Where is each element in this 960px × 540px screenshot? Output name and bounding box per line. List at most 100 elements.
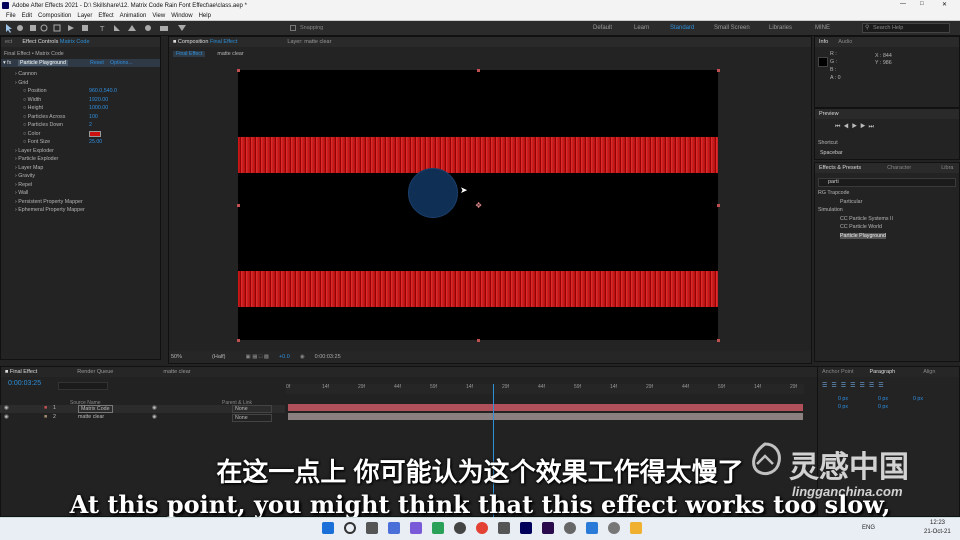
- paragraph-align-icons[interactable]: ☰☰☰☰☰☰☰: [822, 382, 888, 389]
- switch-icon[interactable]: ◉: [152, 405, 157, 411]
- view-toggles[interactable]: ▣ ▦ □ ▩: [245, 354, 269, 360]
- exposure-value[interactable]: +0.0: [279, 354, 290, 360]
- effect-property-row[interactable]: ○ Position: [23, 88, 47, 94]
- effect-property-value[interactable]: 1000.00: [89, 105, 108, 111]
- layer-handle[interactable]: [237, 69, 240, 72]
- matte-circle[interactable]: [408, 168, 458, 218]
- tab-anchor-point[interactable]: Anchor Point: [822, 369, 854, 375]
- effect-property-row[interactable]: › Layer Exploder: [15, 148, 54, 154]
- visibility-eye-icon[interactable]: ◉: [4, 405, 9, 411]
- teams-icon[interactable]: [410, 522, 422, 534]
- crumb-final-effect[interactable]: Final Effect: [173, 51, 206, 57]
- premiere-icon[interactable]: [542, 522, 554, 534]
- menu-composition[interactable]: Composition: [38, 13, 71, 19]
- effects-tree-item[interactable]: RG Trapcode: [818, 190, 850, 196]
- language-indicator[interactable]: ENG: [862, 525, 875, 531]
- effect-property-value[interactable]: 25.00: [89, 139, 102, 145]
- start-icon[interactable]: [322, 522, 334, 534]
- resolution-select[interactable]: (Half): [212, 354, 225, 360]
- app-icon[interactable]: [498, 522, 510, 534]
- app-icon[interactable]: [608, 522, 620, 534]
- playback-controls[interactable]: ⏮◀▶▶⏭: [835, 124, 877, 131]
- effect-property-value[interactable]: 1920.00: [89, 97, 108, 103]
- layer-handle[interactable]: [237, 339, 240, 342]
- effect-property-value[interactable]: 960.0,540.0: [89, 88, 117, 94]
- after-effects-icon[interactable]: [520, 522, 532, 534]
- chrome-icon[interactable]: [476, 522, 488, 534]
- layer-bar-matte-clear[interactable]: [288, 413, 803, 420]
- tab-paragraph[interactable]: Paragraph: [870, 369, 896, 375]
- menu-edit[interactable]: Edit: [22, 13, 32, 19]
- parent-select[interactable]: None: [232, 413, 272, 422]
- timeline-search-input[interactable]: [58, 382, 108, 390]
- first-line-field[interactable]: 0 px: [913, 396, 923, 402]
- layer-row[interactable]: ◉ ■ 2 matte clear ◉ None: [0, 413, 285, 422]
- space-after-field[interactable]: 0 px: [878, 404, 888, 410]
- camera-icon[interactable]: ◉: [300, 354, 305, 360]
- effect-property-row[interactable]: › Gravity: [15, 173, 35, 179]
- tab-composition[interactable]: ■ Composition Final Effect: [173, 39, 237, 45]
- effect-property-row[interactable]: › Cannon: [15, 71, 37, 77]
- crumb-matte-clear[interactable]: matte clear: [217, 51, 243, 57]
- workspace-learn[interactable]: Learn: [634, 25, 649, 31]
- app-icon[interactable]: [564, 522, 576, 534]
- effect-property-row[interactable]: ○ Width: [23, 97, 41, 103]
- menu-help[interactable]: Help: [199, 13, 211, 19]
- tab-audio[interactable]: Audio: [838, 39, 852, 45]
- effect-header-row[interactable]: ▾ fx Particle Playground Reset Options..…: [1, 59, 160, 67]
- space-before-field[interactable]: 0 px: [838, 404, 848, 410]
- layer-bar-matrix-code[interactable]: [288, 404, 803, 411]
- menu-view[interactable]: View: [152, 13, 165, 19]
- effects-tree-item[interactable]: CC Particle Systems II: [840, 216, 893, 222]
- visibility-eye-icon[interactable]: ◉: [4, 414, 9, 420]
- clock-date[interactable]: 21-Oct-21: [924, 529, 951, 535]
- anchor-point-icon[interactable]: ❖: [475, 201, 482, 210]
- layer-handle[interactable]: [717, 204, 720, 207]
- tab-preview[interactable]: Preview: [819, 111, 839, 117]
- effect-property-row[interactable]: ○ Particles Across: [23, 114, 65, 120]
- file-explorer-icon[interactable]: [630, 522, 642, 534]
- tab-align[interactable]: Align: [923, 369, 935, 375]
- workspace-libraries[interactable]: Libraries: [769, 25, 792, 31]
- options-link[interactable]: Options...: [110, 60, 133, 66]
- tab-libraries[interactable]: Libra: [941, 165, 953, 171]
- menu-layer[interactable]: Layer: [77, 13, 92, 19]
- effect-property-row[interactable]: › Persistent Property Mapper: [15, 199, 83, 205]
- tab-info[interactable]: Info: [819, 39, 828, 45]
- layer-row[interactable]: ◉ ■ 1 Matrix Code ◉ None: [0, 405, 285, 413]
- menu-file[interactable]: File: [6, 13, 16, 19]
- zoom-select[interactable]: 50%: [171, 354, 182, 360]
- task-view-icon[interactable]: [366, 522, 378, 534]
- effect-property-row[interactable]: ○ Color: [23, 131, 40, 137]
- effects-search-input[interactable]: parti: [818, 178, 956, 187]
- effect-property-row[interactable]: › Layer Map: [15, 165, 43, 171]
- tab-render-queue[interactable]: Render Queue: [77, 369, 113, 375]
- switch-icon[interactable]: ◉: [152, 414, 157, 420]
- timeline-timecode[interactable]: 0:00:03:25: [8, 380, 41, 387]
- layer-handle[interactable]: [717, 69, 720, 72]
- parent-select[interactable]: None: [232, 405, 272, 413]
- search-taskbar-icon[interactable]: [344, 522, 356, 534]
- app-icon[interactable]: [432, 522, 444, 534]
- effect-property-row[interactable]: ○ Particles Down: [23, 122, 63, 128]
- tab-character[interactable]: Character: [887, 165, 911, 171]
- effect-property-value[interactable]: 100: [89, 114, 98, 120]
- effect-property-value[interactable]: 2: [89, 122, 92, 128]
- effects-tree-item[interactable]: Particular: [840, 199, 862, 205]
- layer-handle[interactable]: [237, 204, 240, 207]
- menu-effect[interactable]: Effect: [98, 13, 113, 19]
- effect-property-row[interactable]: › Ephemeral Property Mapper: [15, 207, 85, 213]
- effect-property-row[interactable]: ○ Height: [23, 105, 43, 111]
- viewer-timecode[interactable]: 0:00:03:25: [315, 354, 341, 360]
- tool-icons[interactable]: T: [4, 24, 224, 33]
- tab-layer-matte-clear[interactable]: Layer: matte clear: [287, 39, 331, 45]
- app-icon[interactable]: [454, 522, 466, 534]
- tab-effect-controls[interactable]: Effect Controls Matrix Code: [22, 39, 89, 45]
- layer-handle[interactable]: [477, 339, 480, 342]
- layer-handle[interactable]: [717, 339, 720, 342]
- tab-effects-presets[interactable]: Effects & Presets: [819, 165, 861, 171]
- effects-tree-item[interactable]: Simulation: [818, 207, 843, 213]
- effect-property-row[interactable]: › Particle Exploder: [15, 156, 58, 162]
- effect-name[interactable]: Particle Playground: [18, 60, 68, 66]
- minimize-button[interactable]: —: [900, 1, 906, 7]
